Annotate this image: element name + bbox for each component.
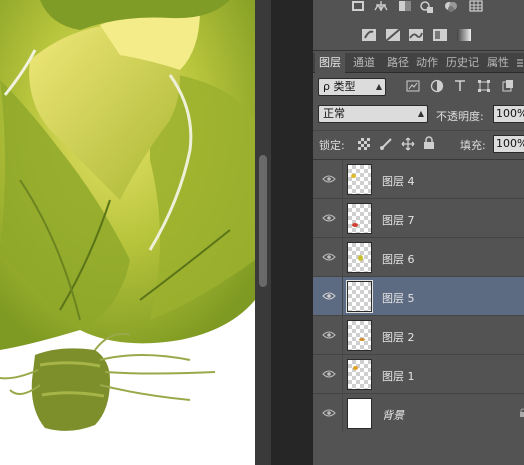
panel-tabs: 图层 通道 路径 动作 历史记 属性: [313, 53, 524, 73]
visibility-eye-icon[interactable]: [322, 329, 336, 341]
divider: [342, 394, 343, 433]
visibility-eye-icon[interactable]: [322, 173, 336, 185]
thumbnail-mark: [358, 255, 363, 261]
tab-channels[interactable]: 通道: [353, 53, 375, 73]
layer-name[interactable]: 图层 5: [382, 290, 415, 306]
smart-object-filter-icon[interactable]: [501, 79, 515, 93]
opacity-input[interactable]: 100%: [493, 105, 524, 123]
divider: [342, 238, 343, 277]
divider: [342, 199, 343, 238]
thumbnail-mark: [359, 338, 365, 341]
layer-thumbnail: [347, 164, 372, 195]
layer-thumbnail: [347, 398, 372, 429]
visibility-eye-icon[interactable]: [322, 212, 336, 224]
canvas-vertical-scrollbar[interactable]: [255, 0, 271, 465]
filter-kind-label: ρ 类型: [323, 80, 356, 93]
panel-menu-icon[interactable]: [516, 55, 524, 71]
layer-lock-icon: [518, 408, 524, 418]
lettuce-painting: [0, 0, 255, 465]
blend-mode-dropdown[interactable]: 正常 ▲: [318, 105, 428, 123]
posterize-icon[interactable]: [385, 28, 401, 42]
dropdown-arrow-icon: ▲: [417, 109, 424, 118]
layer-thumbnail: [347, 203, 372, 234]
blend-opacity-row: 正常 ▲ 不透明度: 100%: [313, 102, 524, 126]
layer-row[interactable]: 图层 1: [313, 355, 524, 394]
document-canvas[interactable]: [0, 0, 255, 465]
blend-mode-value: 正常: [323, 107, 345, 120]
dropdown-arrow-icon: ▲: [375, 82, 382, 91]
lock-all-icon[interactable]: [423, 136, 437, 150]
tab-actions[interactable]: 动作: [416, 53, 438, 73]
selective-color-icon[interactable]: [432, 28, 448, 42]
tab-paths[interactable]: 路径: [387, 53, 409, 73]
divider: [342, 316, 343, 355]
curves-icon[interactable]: [397, 0, 413, 14]
layer-row-selected[interactable]: 图层 5: [313, 277, 524, 316]
invert-icon[interactable]: [361, 28, 377, 42]
divider: [342, 160, 343, 199]
layers-panel-group: 图层 通道 路径 动作 历史记 属性 ρ 类型 ▲ 正常 ▲ 不透明度: 100…: [313, 0, 524, 465]
layer-name[interactable]: 背景: [382, 407, 404, 423]
brightness-contrast-icon[interactable]: [350, 0, 366, 14]
visibility-eye-icon[interactable]: [322, 368, 336, 380]
thumbnail-mark: [353, 366, 358, 370]
layer-row[interactable]: 图层 6: [313, 238, 524, 277]
visibility-eye-icon[interactable]: [322, 407, 336, 419]
layer-name[interactable]: 图层 7: [382, 212, 415, 228]
scrollbar-thumb[interactable]: [259, 155, 267, 287]
color-lookup-icon[interactable]: [468, 0, 484, 14]
layer-name[interactable]: 图层 2: [382, 329, 415, 345]
lock-label: 锁定:: [319, 139, 345, 152]
layer-thumbnail: [347, 242, 372, 273]
adjustments-panel: [313, 0, 524, 51]
tab-history[interactable]: 历史记: [446, 53, 482, 73]
levels-icon[interactable]: [373, 0, 389, 14]
type-filter-icon[interactable]: [453, 79, 467, 93]
layer-row[interactable]: 图层 2: [313, 316, 524, 355]
layer-row[interactable]: 图层 4: [313, 160, 524, 199]
filter-kind-dropdown[interactable]: ρ 类型 ▲: [318, 78, 386, 96]
vibrance-icon[interactable]: [443, 0, 459, 14]
lock-image-pixels-icon[interactable]: [379, 137, 393, 151]
panel-dock-gap: [271, 0, 313, 465]
layer-row[interactable]: 图层 7: [313, 199, 524, 238]
tab-layers[interactable]: 图层: [315, 53, 345, 73]
opacity-label: 不透明度:: [436, 110, 484, 123]
lock-transparent-pixels-icon[interactable]: [358, 138, 372, 152]
adjustment-filter-icon[interactable]: [430, 79, 444, 93]
pixel-filter-icon[interactable]: [406, 79, 420, 93]
layer-filter-row: ρ 类型 ▲: [313, 76, 524, 98]
visibility-eye-icon[interactable]: [322, 290, 336, 302]
fill-label: 填充:: [460, 139, 486, 152]
shape-filter-icon[interactable]: [477, 79, 491, 93]
lock-position-icon[interactable]: [401, 137, 415, 151]
layer-thumbnail: [346, 280, 373, 313]
gradient-map-icon[interactable]: [456, 28, 472, 42]
threshold-icon[interactable]: [408, 28, 424, 42]
layer-thumbnail: [347, 359, 372, 390]
layer-thumbnail: [347, 320, 372, 351]
layer-name[interactable]: 图层 1: [382, 368, 415, 384]
thumbnail-mark: [352, 223, 358, 227]
fill-input[interactable]: 100%: [493, 135, 524, 153]
layer-name[interactable]: 图层 4: [382, 173, 415, 189]
divider: [342, 355, 343, 394]
divider: [342, 277, 343, 316]
lock-fill-row: 锁定: 填充: 100%: [313, 130, 524, 156]
exposure-icon[interactable]: [419, 0, 435, 14]
thumbnail-mark: [351, 174, 356, 178]
layer-name[interactable]: 图层 6: [382, 251, 415, 267]
tab-properties[interactable]: 属性: [487, 53, 509, 73]
visibility-eye-icon[interactable]: [322, 251, 336, 263]
layer-row-background[interactable]: 背景: [313, 394, 524, 433]
layers-list: 图层 4 图层 7 图层 6 图层 5 图层 2 图层 1 背景: [313, 159, 524, 435]
